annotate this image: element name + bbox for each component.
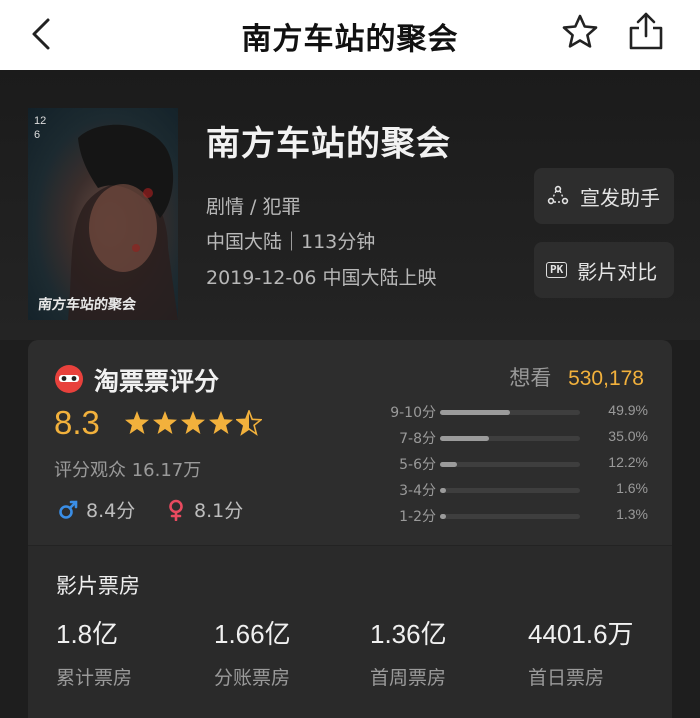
star-full-icon: [125, 411, 149, 434]
movie-release: 2019-12-06 中国大陆上映: [206, 267, 437, 289]
box-office-label: 分账票房: [214, 667, 291, 689]
male-rating-value: 8.4分: [86, 500, 136, 522]
male-icon: [59, 500, 78, 519]
poster-title: 南方车站的聚会: [37, 297, 137, 313]
share-icon[interactable]: [626, 10, 666, 52]
want-to-watch: 想看 530,178: [509, 362, 644, 392]
poster-artwork: [68, 124, 178, 320]
rating-count: 评分观众 16.17万: [54, 460, 202, 481]
distribution-percent: 12.2%: [608, 454, 648, 470]
star-full-icon: [153, 411, 177, 434]
female-rating-value: 8.1分: [194, 500, 244, 522]
rating-title: 淘票票评分: [94, 367, 220, 396]
distribution-label: 3-4分: [399, 483, 436, 499]
distribution-track: [440, 514, 580, 519]
distribution-track: [440, 488, 580, 493]
movie-poster[interactable]: 12 6 南方车站的聚会: [28, 108, 178, 320]
distribution-label: 1-2分: [399, 509, 436, 525]
box-office-first-day: 4401.6万 首日票房: [528, 614, 634, 690]
compare-movie-label: 影片对比: [577, 259, 658, 284]
distribution-bar: [440, 436, 489, 441]
distribution-label: 9-10分: [390, 405, 436, 421]
distribution-track: [440, 462, 580, 467]
distribution-label: 5-6分: [399, 457, 436, 473]
distribution-percent: 1.3%: [616, 506, 648, 522]
promo-assistant-button[interactable]: 宣发助手: [534, 168, 674, 224]
promo-network-icon: [547, 185, 569, 205]
distribution-bar: [440, 514, 446, 519]
taopiaopiao-logo-icon: [55, 365, 83, 393]
distribution-bar: [440, 488, 446, 493]
distribution-row: 5-6分 12.2%: [378, 454, 648, 474]
box-office-title: 影片票房: [56, 574, 140, 598]
box-office-split: 1.66亿 分账票房: [214, 614, 291, 690]
box-office-label: 首日票房: [528, 667, 605, 689]
distribution-label: 7-8分: [399, 431, 436, 447]
promo-assistant-label: 宣发助手: [580, 185, 660, 210]
box-office-total: 1.8亿 累计票房: [56, 614, 132, 690]
rating-stars: [124, 410, 262, 436]
want-label: 想看: [509, 366, 552, 390]
distribution-percent: 1.6%: [616, 480, 648, 496]
star-full-icon: [209, 411, 233, 434]
top-bar: 南方车站的聚会: [0, 0, 700, 70]
male-rating: 8.4分: [58, 496, 135, 523]
distribution-row: 3-4分 1.6%: [378, 480, 648, 500]
distribution-track: [440, 436, 580, 441]
distribution-row: 7-8分 35.0%: [378, 428, 648, 448]
rating-score: 8.3: [54, 404, 100, 441]
star-outline-icon[interactable]: [560, 12, 600, 52]
box-office-label: 累计票房: [56, 667, 133, 689]
female-icon: [169, 499, 183, 521]
distribution-track: [440, 410, 580, 415]
movie-header: 12 6 南方车站的聚会 南方车站的聚会 剧情 / 犯罪 中国大陆｜113分钟 …: [0, 70, 700, 340]
poster-date: 12 6: [34, 115, 47, 141]
box-office-value: 1.8亿: [56, 619, 119, 649]
distribution-row: 9-10分 49.9%: [378, 402, 648, 422]
star-half-icon: [236, 410, 262, 436]
pk-icon: PK: [546, 262, 568, 278]
distribution-bar: [440, 410, 510, 415]
movie-region-duration: 中国大陆｜113分钟: [206, 231, 376, 253]
box-office-section: 影片票房 1.8亿 累计票房 1.66亿 分账票房 1.36亿 首周票房 440…: [28, 545, 672, 718]
box-office-first-week: 1.36亿 首周票房: [370, 614, 447, 690]
distribution-row: 1-2分 1.3%: [378, 506, 648, 526]
box-office-label: 首周票房: [370, 667, 447, 689]
box-office-value: 1.66亿: [214, 619, 291, 649]
compare-movie-button[interactable]: PK 影片对比: [534, 242, 674, 298]
rating-card: 淘票票评分 想看 530,178 8.3 评分观众 16.17万 8.4分 8.…: [28, 340, 672, 545]
distribution-percent: 49.9%: [608, 402, 648, 418]
movie-genre: 剧情 / 犯罪: [206, 196, 301, 218]
distribution-bar: [440, 462, 458, 467]
female-rating: 8.1分: [166, 496, 243, 523]
star-full-icon: [181, 411, 205, 434]
box-office-value: 1.36亿: [370, 619, 447, 649]
want-count: 530,178: [568, 367, 644, 390]
box-office-value: 4401.6万: [528, 619, 634, 649]
movie-title: 南方车站的聚会: [206, 124, 451, 164]
distribution-percent: 35.0%: [608, 428, 648, 444]
